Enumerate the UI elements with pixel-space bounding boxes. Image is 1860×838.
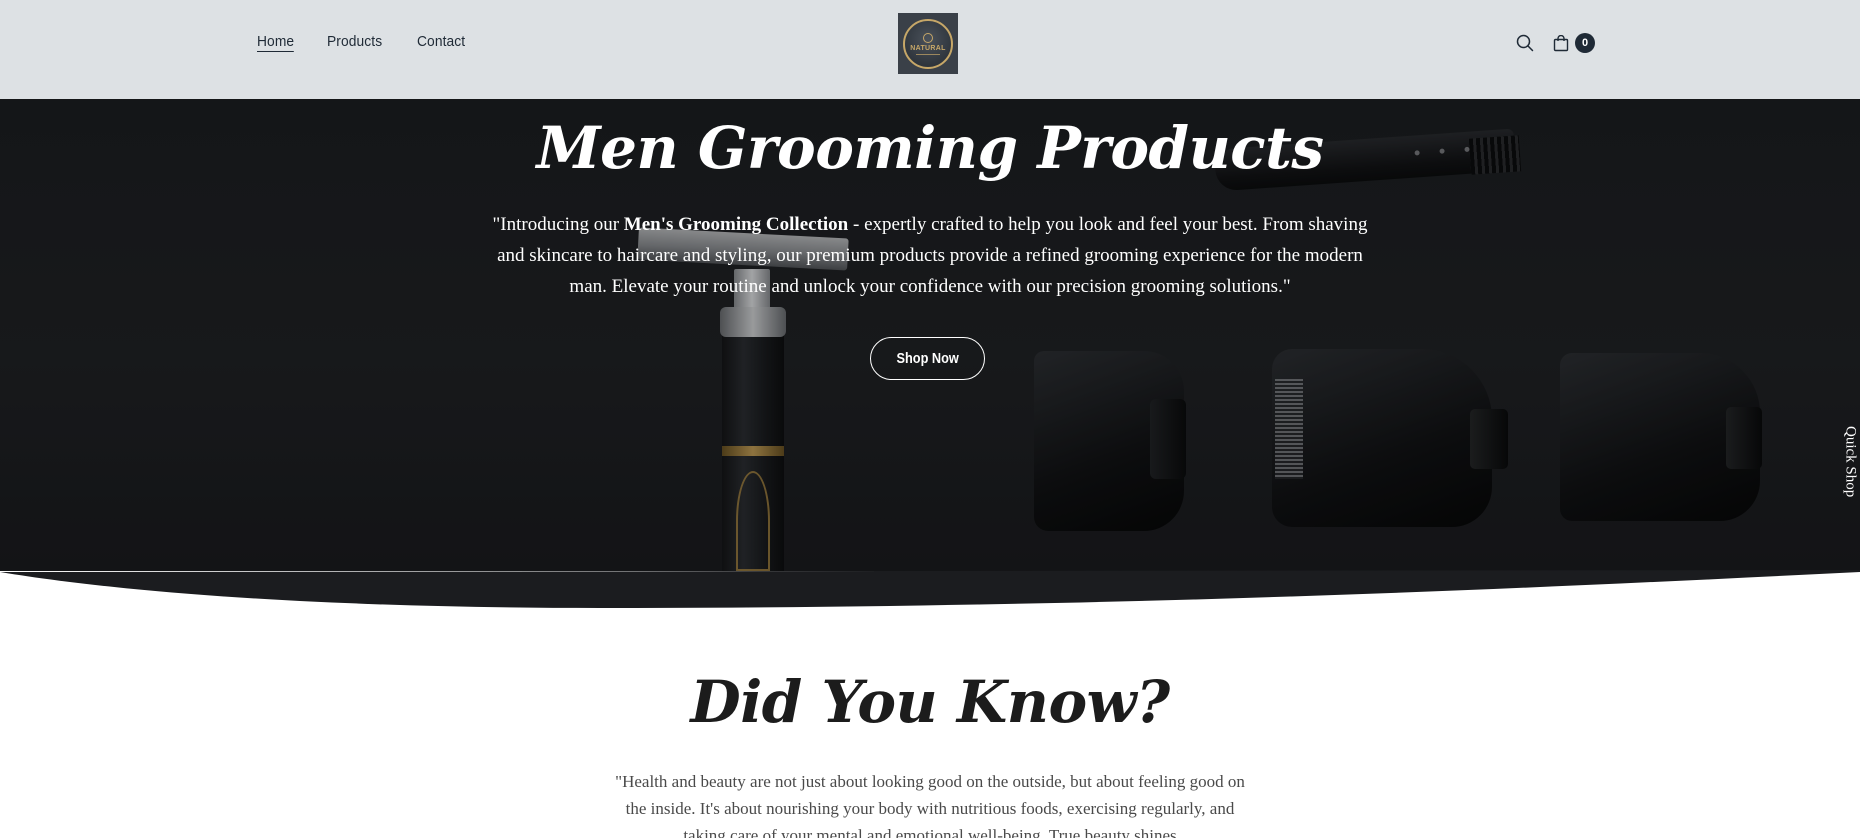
- logo-badge: NATURAL: [903, 18, 953, 69]
- nav-products-link[interactable]: Products: [327, 33, 382, 52]
- did-you-know-text: "Health and beauty are not just about lo…: [615, 772, 1245, 838]
- header-actions: 0: [1514, 32, 1595, 54]
- quick-shop-label: Quick Shop: [1842, 426, 1859, 498]
- hero-title: Men Grooming Products: [536, 114, 1324, 182]
- hero-intro-highlight: Men's Grooming Collection: [623, 214, 849, 235]
- nav-home-link[interactable]: Home: [257, 33, 295, 52]
- logo-divider: [916, 53, 940, 55]
- hero-intro-start: "Introducing our: [492, 214, 624, 235]
- hero-intro: "Introducing our Men's Grooming Collecti…: [480, 209, 1380, 302]
- nav-contact-link[interactable]: Contact: [417, 33, 465, 52]
- logo-text: NATURAL: [910, 44, 946, 52]
- hero-wave-divider: [0, 570, 1860, 608]
- cart-button[interactable]: [1550, 32, 1572, 54]
- site-header: Home Products Contact NATURAL 0: [0, 0, 1860, 99]
- did-you-know-title: Did You Know?: [690, 668, 1170, 736]
- shop-now-label: Shop Now: [896, 350, 959, 367]
- quick-shop-tab[interactable]: Quick Shop: [1840, 420, 1860, 504]
- search-button[interactable]: [1514, 32, 1536, 54]
- logo-mark-icon: [923, 32, 933, 43]
- main-nav: Home Products Contact: [257, 33, 470, 52]
- cart-count-badge: 0: [1575, 33, 1595, 53]
- shop-now-button[interactable]: Shop Now: [870, 337, 985, 380]
- site-logo[interactable]: NATURAL: [898, 13, 958, 74]
- cart-icon: [1553, 34, 1569, 51]
- search-icon: [1516, 34, 1534, 52]
